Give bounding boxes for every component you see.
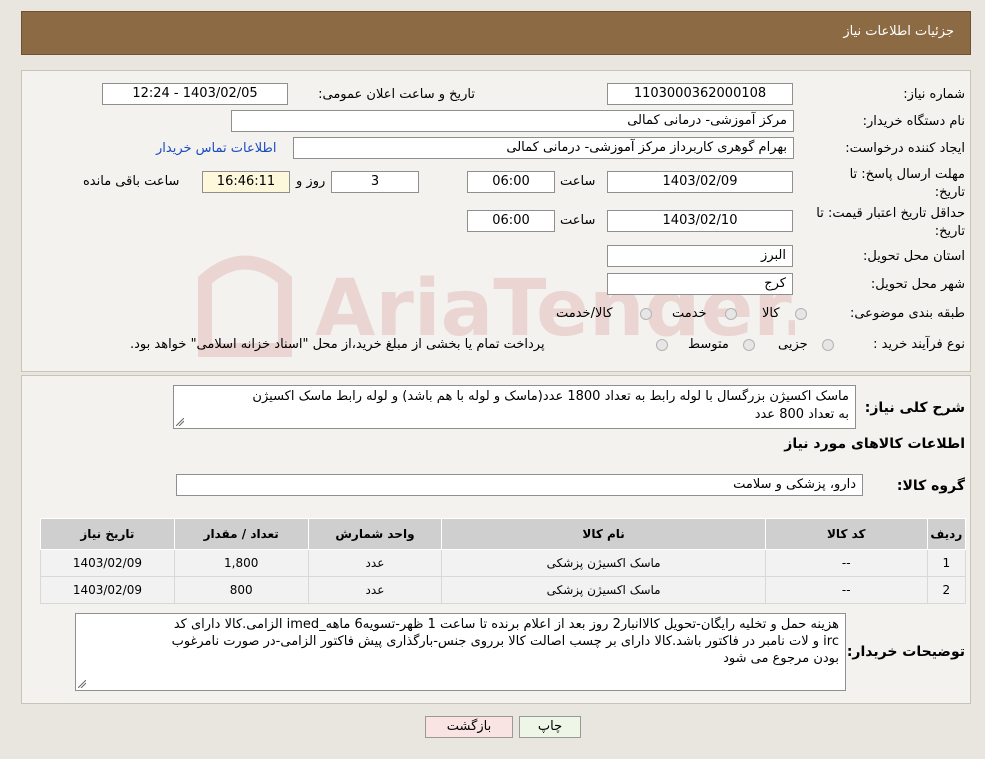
validity-time-label: ساعت — [560, 213, 596, 228]
goods-group-field: دارو، پزشکی و سلامت — [176, 474, 863, 496]
cell-need-date: 1403/02/09 — [40, 549, 175, 577]
cell-row: 2 — [926, 576, 967, 604]
category-label: طبقه بندی موضوعی: — [849, 306, 965, 321]
category-both-label: کالا/خدمت — [556, 306, 613, 321]
price-validity-label: حداقل تاریخ اعتبار قیمت: تا تاریخ: — [816, 206, 965, 239]
col-need-date: تاریخ نیاز — [40, 518, 175, 550]
buyer-org-label: نام دستگاه خریدار: — [862, 114, 965, 129]
remaining-time-label: ساعت باقی مانده — [83, 174, 180, 189]
reply-days-label: روز و — [296, 174, 326, 189]
page-header: جزئیات اطلاعات نیاز — [21, 11, 971, 55]
summary-textarea[interactable]: ماسک اکسیژن بزرگسال با لوله رابط به تعدا… — [173, 385, 856, 429]
cell-unit: عدد — [307, 576, 443, 604]
print-button[interactable]: چاپ — [519, 716, 581, 738]
reply-time-label: ساعت — [560, 174, 596, 189]
table-row: 1 -- ماسک اکسیژن پزشکی عدد 1,800 1403/02… — [40, 549, 967, 577]
buyer-notes-textarea[interactable]: هزینه حمل و تخلیه رایگان-تحویل کالاانبار… — [75, 613, 846, 691]
col-code: کد کالا — [764, 518, 928, 550]
reply-date-field: 1403/02/09 — [607, 171, 793, 193]
announce-field: 1403/02/05 - 12:24 — [102, 83, 288, 105]
requester-label: ایجاد کننده درخواست: — [845, 141, 965, 156]
col-row: ردیف — [926, 518, 967, 550]
cell-code: -- — [764, 549, 928, 577]
category-service-radio[interactable] — [725, 308, 737, 320]
process-medium-label: متوسط — [688, 337, 729, 352]
city-field: کرج — [607, 273, 793, 295]
process-type-label: نوع فرآیند خرید : — [873, 337, 965, 352]
cell-code: -- — [764, 576, 928, 604]
buyer-notes-label: توضیحات خریدار: — [846, 644, 965, 660]
col-name: نام کالا — [441, 518, 766, 550]
process-minor-label: جزیی — [778, 337, 808, 352]
cell-name: ماسک اکسیژن پزشکی — [441, 576, 766, 604]
reply-time-field: 06:00 — [467, 171, 555, 193]
table-row: 2 -- ماسک اکسیژن پزشکی عدد 800 1403/02/0… — [40, 576, 967, 604]
category-service-label: خدمت — [672, 306, 707, 321]
category-both-radio[interactable] — [640, 308, 652, 320]
remaining-time-field: 16:46:11 — [202, 171, 290, 193]
table-header-row: ردیف کد کالا نام کالا واحد شمارش تعداد /… — [40, 518, 967, 550]
cell-unit: عدد — [307, 549, 443, 577]
cell-name: ماسک اکسیژن پزشکی — [441, 549, 766, 577]
need-number-label: شماره نیاز: — [903, 87, 965, 102]
col-quantity: تعداد / مقدار — [173, 518, 309, 550]
back-button[interactable]: بازگشت — [425, 716, 513, 738]
cell-need-date: 1403/02/09 — [40, 576, 175, 604]
summary-label: شرح کلی نیاز: — [864, 400, 965, 416]
process-medium-radio[interactable] — [743, 339, 755, 351]
resize-handle-icon[interactable] — [176, 418, 184, 426]
reply-deadline-label: مهلت ارسال پاسخ: تا تاریخ: — [849, 167, 965, 200]
category-goods-radio[interactable] — [795, 308, 807, 320]
col-unit: واحد شمارش — [307, 518, 443, 550]
process-treasury-checkbox[interactable] — [656, 339, 668, 351]
resize-handle-icon[interactable] — [78, 680, 86, 688]
need-number-field: 1103000362000108 — [607, 83, 793, 105]
category-goods-label: کالا — [762, 306, 780, 321]
validity-time-field: 06:00 — [467, 210, 555, 232]
validity-date-field: 1403/02/10 — [607, 210, 793, 232]
goods-group-label: گروه کالا: — [896, 478, 965, 494]
reply-days-field: 3 — [331, 171, 419, 193]
buyer-contact-link[interactable]: اطلاعات تماس خریدار — [156, 141, 276, 156]
items-table: ردیف کد کالا نام کالا واحد شمارش تعداد /… — [40, 518, 967, 604]
goods-info-title: اطلاعات کالاهای مورد نیاز — [784, 436, 965, 452]
province-label: استان محل تحویل: — [863, 249, 965, 264]
treasury-note: پرداخت تمام یا بخشی از مبلغ خرید،از محل … — [130, 337, 545, 352]
city-label: شهر محل تحویل: — [870, 277, 965, 292]
buyer-org-field: مرکز آموزشی- درمانی کمالی — [231, 110, 794, 132]
page-title: جزئیات اطلاعات نیاز — [843, 24, 954, 39]
cell-quantity: 1,800 — [173, 549, 309, 577]
announce-label: تاریخ و ساعت اعلان عمومی: — [318, 87, 475, 102]
cell-quantity: 800 — [173, 576, 309, 604]
process-minor-radio[interactable] — [822, 339, 834, 351]
cell-row: 1 — [926, 549, 967, 577]
requester-field: بهرام گوهری کاربرداز مرکز آموزشی- درمانی… — [293, 137, 794, 159]
province-field: البرز — [607, 245, 793, 267]
